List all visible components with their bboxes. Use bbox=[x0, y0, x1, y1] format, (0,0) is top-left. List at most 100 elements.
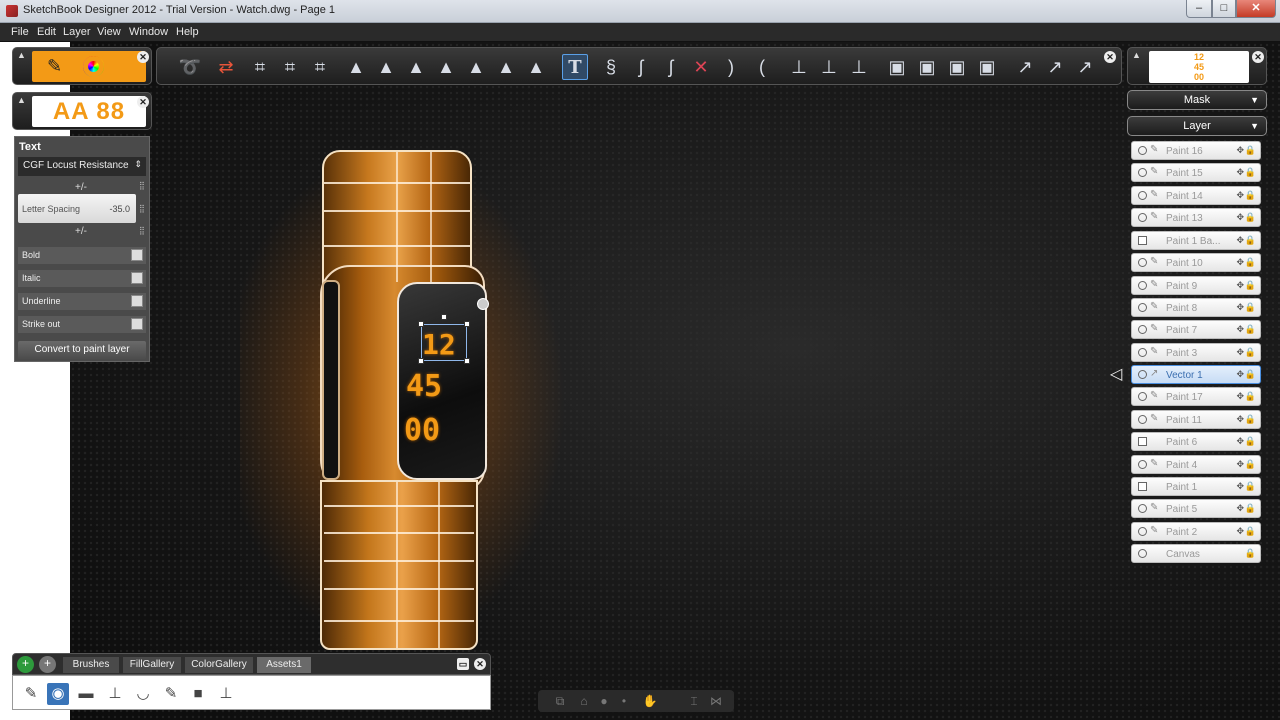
layer-item[interactable]: ✎ Paint 7 ✥ 🔒 bbox=[1131, 320, 1261, 339]
curve-4-icon[interactable]: ✕ bbox=[688, 54, 714, 80]
arrow-2-icon[interactable]: ↗ bbox=[1042, 54, 1068, 80]
menu-help[interactable]: Help bbox=[176, 26, 199, 38]
visibility-icon[interactable] bbox=[1138, 236, 1147, 245]
camera-icon[interactable]: ◉ bbox=[47, 683, 69, 705]
lock-icon[interactable]: 🔒 bbox=[1245, 190, 1256, 201]
ink-nib-icon[interactable]: ▲ bbox=[523, 54, 549, 80]
brush-icon[interactable]: ✎ bbox=[47, 56, 62, 77]
add-icon[interactable]: + bbox=[39, 656, 56, 673]
move-icon[interactable]: ✥ bbox=[1236, 212, 1244, 223]
close-icon[interactable]: ✕ bbox=[137, 51, 149, 63]
move-icon[interactable]: ✥ bbox=[1236, 190, 1244, 201]
selection-handle[interactable] bbox=[418, 321, 424, 327]
dock-icon[interactable]: ▭ bbox=[457, 658, 469, 670]
bucket-pen-icon[interactable]: ▲ bbox=[493, 54, 519, 80]
menu-file[interactable]: File bbox=[11, 26, 29, 38]
move-icon[interactable]: ✥ bbox=[1236, 391, 1244, 402]
layer-item[interactable]: ✎ Paint 16 ✥ 🔒 bbox=[1131, 141, 1261, 160]
visibility-icon[interactable] bbox=[1138, 504, 1147, 513]
layer-item[interactable]: Paint 6 ✥ 🔒 bbox=[1131, 432, 1261, 451]
underline-checkbox[interactable] bbox=[131, 295, 143, 307]
bold-option[interactable]: Bold bbox=[18, 247, 146, 264]
visibility-icon[interactable] bbox=[1138, 549, 1147, 558]
increase-decrease-top[interactable]: +/- bbox=[75, 182, 87, 193]
increase-decrease-bottom[interactable]: +/- bbox=[75, 226, 87, 237]
pencil-icon[interactable]: ▲ bbox=[403, 54, 429, 80]
move-icon[interactable]: ✥ bbox=[1236, 481, 1244, 492]
visibility-icon[interactable] bbox=[1138, 370, 1147, 379]
close-icon[interactable]: ✕ bbox=[1252, 51, 1264, 63]
grip-icon[interactable]: ⣿ bbox=[139, 204, 145, 213]
lock-icon[interactable]: 🔒 bbox=[1245, 212, 1256, 223]
visibility-icon[interactable] bbox=[1138, 213, 1147, 222]
pin-icon[interactable]: ⊥ bbox=[215, 683, 237, 705]
lock-icon[interactable]: 🔒 bbox=[1245, 347, 1256, 358]
move-icon[interactable]: ✥ bbox=[1236, 167, 1244, 178]
menu-view[interactable]: View bbox=[97, 26, 121, 38]
lock-icon[interactable]: 🔒 bbox=[1245, 391, 1256, 402]
layer-dropdown[interactable]: Layer ▼ bbox=[1127, 116, 1267, 136]
visibility-icon[interactable] bbox=[1138, 325, 1147, 334]
close-icon[interactable]: ✕ bbox=[1104, 51, 1116, 63]
move-icon[interactable]: ✥ bbox=[1236, 347, 1244, 358]
move-icon[interactable]: ✥ bbox=[1236, 280, 1244, 291]
pen-stand-icon[interactable]: ⊥ bbox=[104, 683, 126, 705]
font-preview[interactable]: AA 88 bbox=[32, 96, 146, 127]
visibility-icon[interactable] bbox=[1138, 527, 1147, 536]
arrow-3-icon[interactable]: ↗ bbox=[1072, 54, 1098, 80]
pin-2-icon[interactable]: ⊥ bbox=[816, 54, 842, 80]
minimize-button[interactable]: – bbox=[1186, 0, 1212, 18]
pan-hand-icon[interactable]: ✋ bbox=[642, 693, 658, 709]
fit-icon[interactable]: ⌶ bbox=[686, 693, 702, 709]
layer-item[interactable]: ✎ Paint 15 ✥ 🔒 bbox=[1131, 163, 1261, 182]
curve-3-icon[interactable]: ʃ bbox=[658, 54, 684, 80]
curve-2-icon[interactable]: ʃ bbox=[628, 54, 654, 80]
expand-panel-icon[interactable]: ◁ bbox=[1110, 364, 1126, 384]
shape-4-icon[interactable]: ▣ bbox=[974, 54, 1000, 80]
crop-perspective-icon[interactable]: ⌗ bbox=[307, 54, 333, 80]
pin-1-icon[interactable]: ⊥ bbox=[786, 54, 812, 80]
move-icon[interactable]: ✥ bbox=[1236, 459, 1244, 470]
layer-item[interactable]: ✎ Paint 13 ✥ 🔒 bbox=[1131, 208, 1261, 227]
lock-icon[interactable]: 🔒 bbox=[1245, 414, 1256, 425]
collapse-up-icon[interactable]: ▲ bbox=[17, 95, 26, 105]
layer-item[interactable]: ✎ Paint 5 ✥ 🔒 bbox=[1131, 499, 1261, 518]
tab-fill-gallery[interactable]: FillGallery bbox=[123, 657, 181, 673]
collapse-up-icon[interactable]: ▲ bbox=[17, 50, 26, 60]
lock-icon[interactable]: 🔒 bbox=[1245, 436, 1256, 447]
close-icon[interactable]: ✕ bbox=[474, 658, 486, 670]
watch-illustration[interactable]: 12 45 00 bbox=[300, 140, 520, 655]
lock-icon[interactable]: 🔒 bbox=[1245, 280, 1256, 291]
lock-icon[interactable]: 🔒 bbox=[1245, 503, 1256, 514]
close-button[interactable]: ✕ bbox=[1236, 0, 1276, 18]
box-icon[interactable]: ▬ bbox=[75, 683, 97, 705]
layout-icon[interactable]: ⧉ bbox=[552, 693, 568, 709]
lock-icon[interactable]: 🔒 bbox=[1245, 145, 1256, 156]
move-icon[interactable]: ✥ bbox=[1236, 302, 1244, 313]
lock-icon[interactable]: 🔒 bbox=[1245, 324, 1256, 335]
layer-item[interactable]: ✎ Paint 14 ✥ 🔒 bbox=[1131, 186, 1261, 205]
visibility-icon[interactable] bbox=[1138, 415, 1147, 424]
lock-icon[interactable]: 🔒 bbox=[1245, 167, 1256, 178]
menu-window[interactable]: Window bbox=[129, 26, 168, 38]
layer-item[interactable]: ✎ Paint 4 ✥ 🔒 bbox=[1131, 455, 1261, 474]
lock-icon[interactable]: 🔒 bbox=[1245, 526, 1256, 537]
lock-icon[interactable]: 🔒 bbox=[1245, 369, 1256, 380]
arrow-1-icon[interactable]: ↗ bbox=[1012, 54, 1038, 80]
letter-spacing-slider[interactable]: Letter Spacing -35.0 bbox=[18, 194, 136, 223]
lock-icon[interactable]: 🔒 bbox=[1245, 459, 1256, 470]
font-dropdown[interactable]: CGF Locust Resistance ⇕ bbox=[18, 157, 146, 176]
tab-color-gallery[interactable]: ColorGallery bbox=[185, 657, 253, 673]
visibility-icon[interactable] bbox=[1138, 348, 1147, 357]
pencil-icon[interactable]: ✎ bbox=[20, 683, 42, 705]
move-icon[interactable]: ✥ bbox=[1236, 503, 1244, 514]
layer-item[interactable]: ✎ Paint 2 ✥ 🔒 bbox=[1131, 522, 1261, 541]
shape-2-icon[interactable]: ▣ bbox=[914, 54, 940, 80]
layer-item[interactable]: ✎ Paint 11 ✥ 🔒 bbox=[1131, 410, 1261, 429]
menu-layer[interactable]: Layer bbox=[63, 26, 91, 38]
crop-icon[interactable]: ⌗ bbox=[247, 54, 273, 80]
crop-grid-icon[interactable]: ⌗ bbox=[277, 54, 303, 80]
move-icon[interactable]: ✥ bbox=[1236, 235, 1244, 246]
layer-item-active[interactable]: ↗ Vector 1 ✥ 🔒 bbox=[1131, 365, 1261, 384]
grip-icon[interactable]: ⣿ bbox=[139, 226, 145, 235]
